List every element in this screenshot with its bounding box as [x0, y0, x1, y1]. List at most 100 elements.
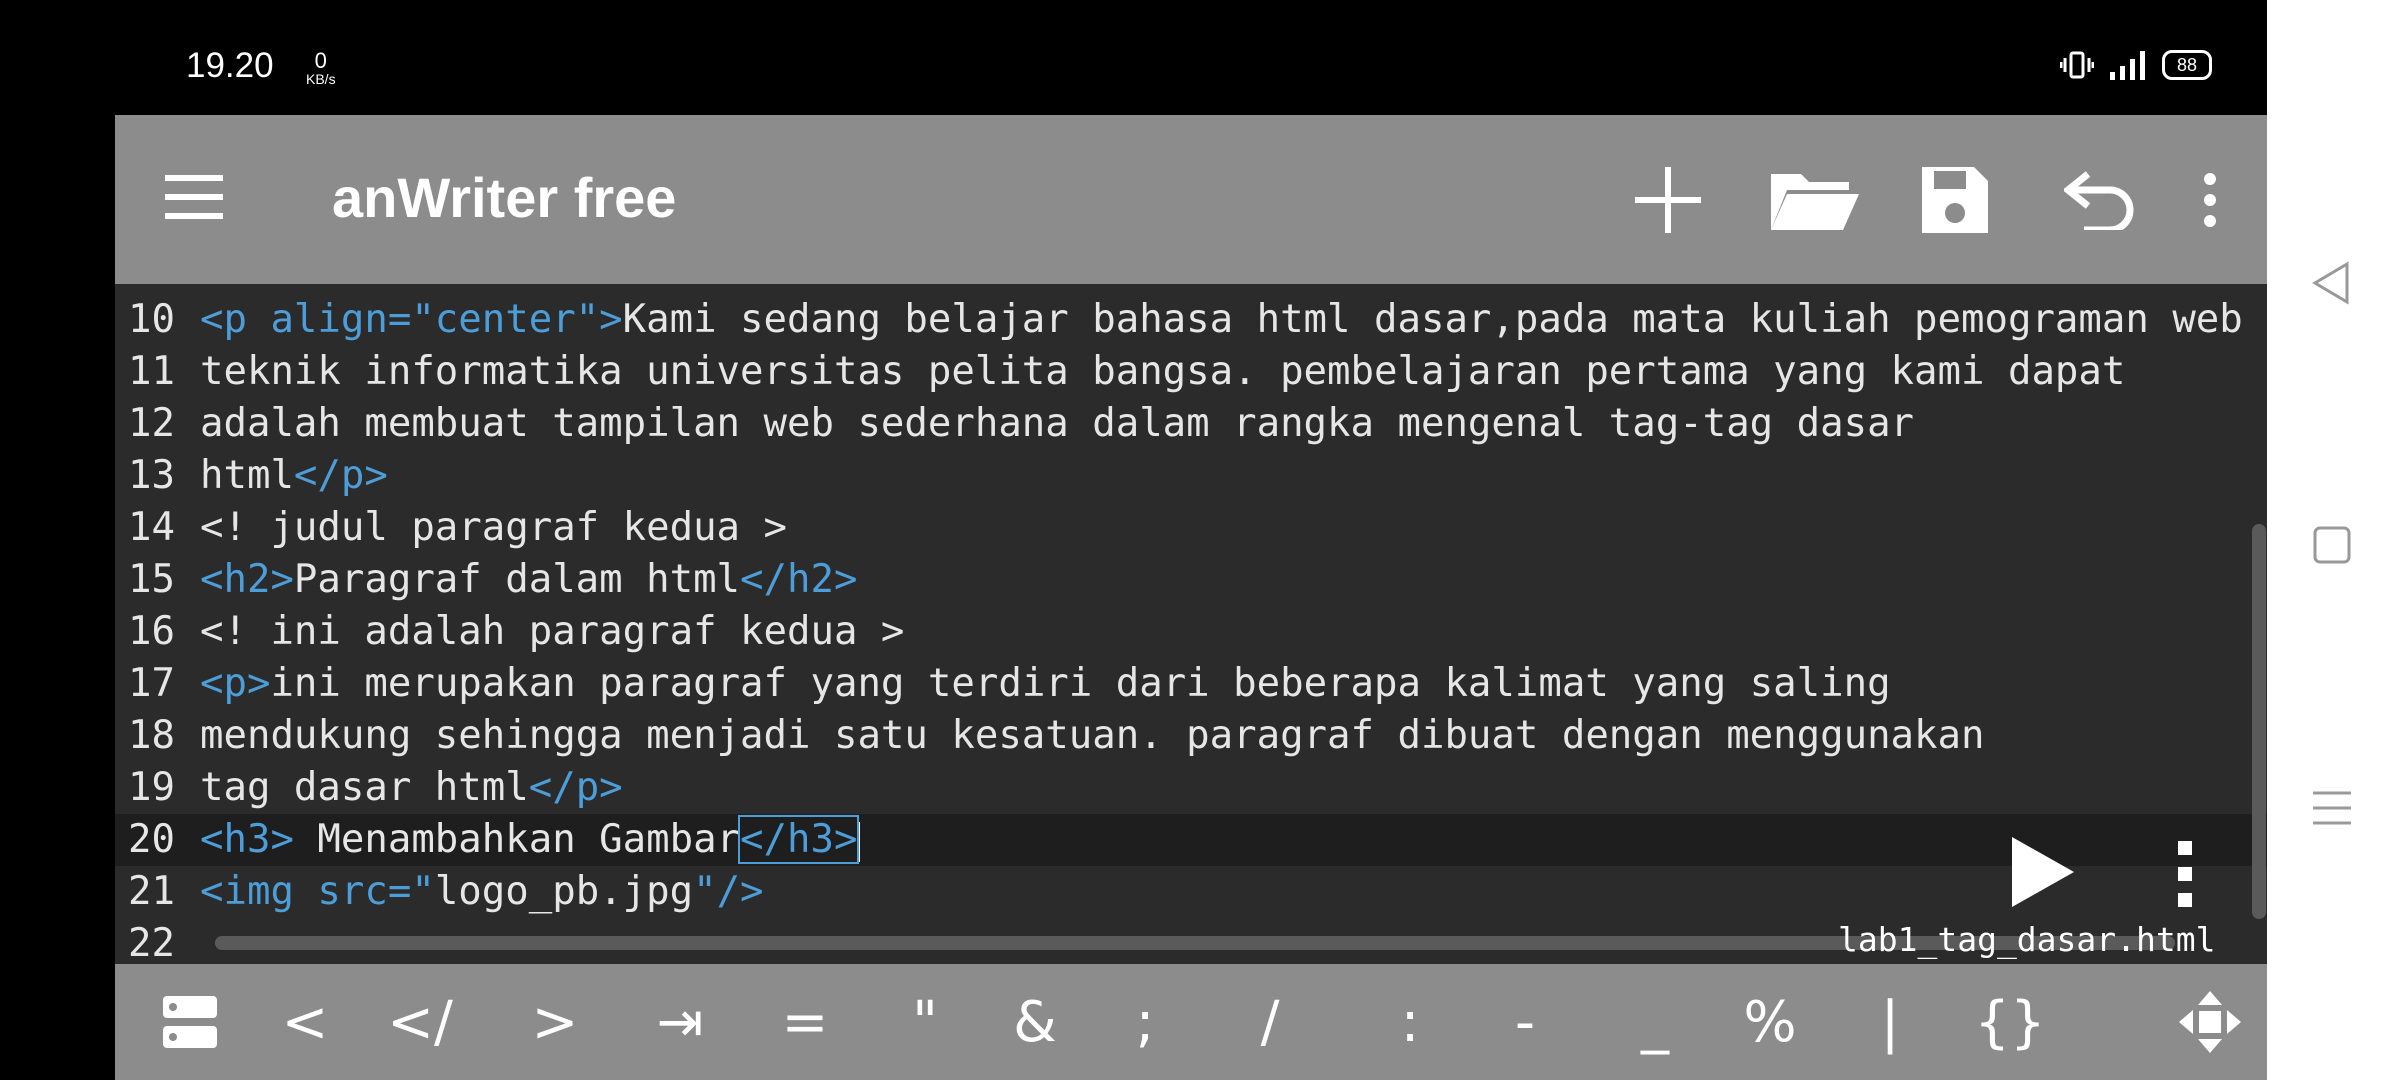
- line-number: 20: [128, 817, 175, 862]
- code-line[interactable]: 11 teknik informatika universitas pelita …: [115, 346, 2267, 398]
- app-bar: anWriter free: [115, 115, 2267, 284]
- code-line[interactable]: 21 <img src="logo_pb.jpg"/>: [115, 866, 2267, 918]
- key-symbol[interactable]: :: [1365, 964, 1455, 1080]
- code-editor[interactable]: 10 <p align="center">Kami sedang belajar …: [115, 284, 2267, 964]
- network-speed-unit: KB/s: [306, 71, 336, 87]
- html-tag: <p align="center">: [200, 297, 623, 342]
- line-code: <h2>Paragraf dalam html</h2>: [200, 554, 857, 606]
- code-text: <! ini adalah paragraf kedua >: [200, 609, 905, 654]
- line-number: 22: [128, 921, 175, 964]
- code-text: teknik informatika universitas pelita ba…: [200, 349, 2126, 394]
- code-line[interactable]: 14 <! judul paragraf kedua >: [115, 502, 2267, 554]
- keybar-toggle-icon[interactable]: [145, 964, 235, 1080]
- battery-icon: 88: [2162, 50, 2212, 80]
- vibrate-icon: [2060, 51, 2094, 79]
- key-symbol[interactable]: -: [1480, 964, 1570, 1080]
- line-code: <! judul paragraf kedua >: [200, 502, 787, 554]
- file-options-icon[interactable]: [2170, 839, 2200, 909]
- code-text: <! judul paragraf kedua >: [200, 505, 787, 550]
- line-number: 15: [128, 557, 175, 602]
- code-text: Paragraf dalam html: [293, 557, 741, 602]
- code-line[interactable]: 12 adalah membuat tampilan web sederhana …: [115, 398, 2267, 450]
- line-code: teknik informatika universitas pelita ba…: [200, 346, 2125, 398]
- overflow-menu-icon[interactable]: [2185, 160, 2235, 240]
- line-number: 21: [128, 869, 175, 914]
- html-tag: <p>: [200, 661, 271, 706]
- html-tag: "/>: [693, 869, 764, 914]
- line-number: 12: [128, 401, 175, 446]
- save-icon[interactable]: [1915, 160, 1995, 240]
- line-code: adalah membuat tampilan web sederhana da…: [200, 398, 1914, 450]
- vertical-scrollbar[interactable]: [2252, 524, 2266, 919]
- code-line[interactable]: 19 tag dasar html</p>: [115, 762, 2267, 814]
- code-line[interactable]: 13 html</p>: [115, 450, 2267, 502]
- signal-icon: [2110, 51, 2145, 80]
- code-line[interactable]: 15 <h2>Paragraf dalam html</h2>: [115, 554, 2267, 606]
- code-text: adalah membuat tampilan web sederhana da…: [200, 401, 1915, 446]
- key-symbol[interactable]: |: [1845, 964, 1935, 1080]
- code-text: Menambahkan Gambar: [293, 817, 741, 862]
- html-tag: <h3>: [200, 817, 294, 862]
- line-code: <h3> Menambahkan Gambar</h3>: [200, 814, 861, 866]
- line-code: mendukung sehingga menjadi satu kesatuan…: [200, 710, 1984, 762]
- code-line[interactable]: 20 <h3> Menambahkan Gambar</h3>: [115, 814, 2267, 866]
- undo-icon[interactable]: [2060, 160, 2140, 240]
- code-line[interactable]: 16 <! ini adalah paragraf kedua >: [115, 606, 2267, 658]
- html-tag: <img src=": [200, 869, 435, 914]
- key-symbol[interactable]: >: [510, 964, 600, 1080]
- html-tag: </p>: [293, 453, 388, 498]
- code-line[interactable]: 18 mendukung sehingga menjadi satu kesatu…: [115, 710, 2267, 762]
- line-code: tag dasar html</p>: [200, 762, 623, 814]
- code-text: mendukung sehingga menjadi satu kesatuan…: [200, 713, 1985, 758]
- code-text: ini merupakan paragraf yang terdiri dari…: [270, 661, 1891, 706]
- code-text: logo_pb.jpg: [434, 869, 694, 914]
- code-text: tag dasar html: [200, 765, 529, 810]
- network-speed-value: 0: [314, 48, 327, 73]
- key-symbol[interactable]: ⇥: [635, 964, 725, 1080]
- code-text: html: [200, 453, 294, 498]
- open-folder-icon[interactable]: [1765, 160, 1865, 240]
- html-tag: <h2>: [200, 557, 294, 602]
- line-code: <! ini adalah paragraf kedua >: [200, 606, 904, 658]
- back-icon[interactable]: [2307, 258, 2357, 308]
- navigation-bar: [2267, 0, 2400, 1080]
- key-symbol[interactable]: %: [1725, 964, 1815, 1080]
- app-title: anWriter free: [332, 166, 677, 229]
- key-symbol[interactable]: </: [375, 964, 465, 1080]
- line-number: 11: [128, 349, 175, 394]
- line-number: 13: [128, 453, 175, 498]
- home-icon[interactable]: [2307, 520, 2357, 570]
- code-line[interactable]: 17 <p>ini merupakan paragraf yang terdiri…: [115, 658, 2267, 710]
- menu-icon[interactable]: [165, 175, 223, 219]
- key-symbol[interactable]: =: [760, 964, 850, 1080]
- line-number: 17: [128, 661, 175, 706]
- line-code: <img src="logo_pb.jpg"/>: [200, 866, 764, 918]
- text-cursor: [857, 821, 861, 862]
- new-file-icon[interactable]: [1628, 160, 1708, 240]
- app-window: anWriter free 10 <p align="center">Kami s…: [115, 115, 2267, 1080]
- code-line[interactable]: 10 <p align="center">Kami sedang belajar …: [115, 294, 2267, 346]
- html-tag: </h3>: [738, 815, 860, 864]
- line-code: <p>ini merupakan paragraf yang terdiri d…: [200, 658, 1891, 710]
- key-symbol[interactable]: {}: [1965, 964, 2055, 1080]
- key-symbol[interactable]: ": [880, 964, 970, 1080]
- key-symbol[interactable]: <: [260, 964, 350, 1080]
- move-cursor-icon[interactable]: [2165, 964, 2255, 1080]
- key-symbol[interactable]: &: [990, 964, 1080, 1080]
- network-speed: 0 KB/s: [306, 48, 336, 87]
- line-number: 10: [128, 297, 175, 342]
- key-symbol[interactable]: /: [1225, 964, 1315, 1080]
- recents-icon[interactable]: [2307, 783, 2357, 833]
- line-number: 18: [128, 713, 175, 758]
- line-number: 16: [128, 609, 175, 654]
- line-number: 19: [128, 765, 175, 810]
- run-preview-icon[interactable]: [2008, 835, 2078, 909]
- key-symbol[interactable]: ;: [1100, 964, 1190, 1080]
- key-symbol[interactable]: _: [1610, 964, 1700, 1080]
- status-bar: 19.20 0 KB/s 88: [0, 0, 2400, 115]
- status-time: 19.20: [186, 46, 274, 85]
- html-tag: </p>: [528, 765, 623, 810]
- line-code: html</p>: [200, 450, 388, 502]
- file-name-label: lab1_tag_dasar.html: [1838, 920, 2216, 959]
- line-number: 14: [128, 505, 175, 550]
